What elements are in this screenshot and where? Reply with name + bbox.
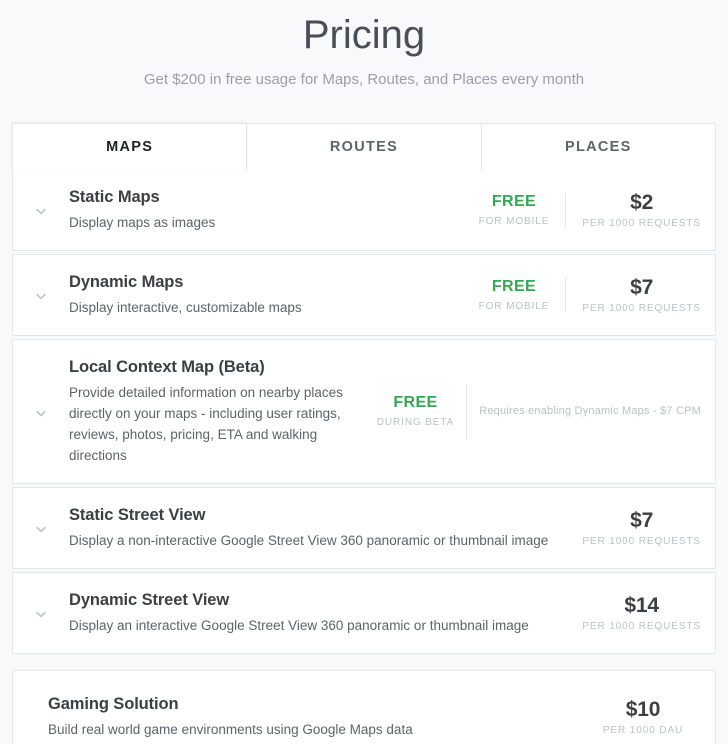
pricing-row-description: Display a non-interactive Google Street … (69, 533, 549, 548)
gaming-solution-description: Build real world game environments using… (48, 722, 413, 737)
free-tier-cell: FREE FOR MOBILE (479, 277, 566, 314)
cost-cell: $2 PER 1000 REQUESTS (566, 190, 701, 231)
cost-cell: Requires enabling Dynamic Maps - $7 CPM (467, 404, 701, 419)
cost-cell: $14 PER 1000 REQUESTS (566, 593, 701, 634)
chevron-down-icon (31, 520, 51, 540)
free-label: FREE (491, 277, 537, 295)
page-header: Pricing Get $200 in free usage for Maps,… (0, 0, 728, 91)
pricing-row-info: Dynamic Street View Display an interacti… (69, 573, 566, 653)
cost-note: Requires enabling Dynamic Maps - $7 CPM (479, 405, 701, 417)
cost-amount: $14 (624, 593, 659, 617)
free-tier-cell: FREE DURING BETA (377, 393, 467, 430)
expand-toggle[interactable] (13, 170, 69, 250)
cost-unit: PER 1000 REQUESTS (582, 535, 701, 547)
pricing-row-info: Local Context Map (Beta) Provide detaile… (69, 340, 377, 483)
tab-places-label: PLACES (565, 139, 632, 155)
free-tier-cell: FREE FOR MOBILE (479, 192, 566, 229)
gaming-solution-card[interactable]: Gaming Solution Build real world game en… (12, 670, 716, 744)
pricing-row-title: Dynamic Maps (69, 273, 184, 291)
cost-amount: $7 (630, 508, 654, 532)
free-sublabel: FOR MOBILE (478, 300, 550, 312)
pricing-row[interactable]: Local Context Map (Beta) Provide detaile… (12, 339, 716, 484)
cost-cell: $7 PER 1000 REQUESTS (566, 275, 701, 316)
pricing-row-price: FREE FOR MOBILE $2 PER 1000 REQUESTS (479, 190, 701, 231)
pricing-row[interactable]: Dynamic Street View Display an interacti… (12, 572, 716, 654)
pricing-row-title: Static Street View (69, 506, 206, 524)
pricing-row-info: Static Maps Display maps as images (69, 170, 479, 250)
pricing-row[interactable]: Static Street View Display a non-interac… (12, 487, 716, 569)
tab-places[interactable]: PLACES (480, 123, 716, 171)
chevron-down-icon (31, 287, 51, 307)
gaming-solution-title: Gaming Solution (48, 695, 179, 713)
pricing-row-price: FREE FOR MOBILE $7 PER 1000 REQUESTS (479, 275, 701, 316)
expand-toggle[interactable] (13, 573, 69, 653)
pricing-row-info: Static Street View Display a non-interac… (69, 488, 566, 568)
pricing-row[interactable]: Static Maps Display maps as images FREE … (12, 170, 716, 251)
pricing-row-price: FREE DURING BETA Requires enabling Dynam… (377, 383, 701, 440)
cost-amount: $2 (630, 190, 654, 214)
pricing-row-description: Provide detailed information on nearby p… (69, 385, 343, 463)
tab-routes[interactable]: ROUTES (246, 123, 481, 171)
pricing-row-title: Dynamic Street View (69, 591, 230, 609)
cost-unit: PER 1000 REQUESTS (582, 620, 701, 632)
tab-maps-label: MAPS (106, 139, 154, 155)
gaming-solution-info: Gaming Solution Build real world game en… (13, 671, 569, 744)
pricing-row-title: Static Maps (69, 188, 160, 206)
pricing-row-title: Local Context Map (Beta) (69, 358, 265, 376)
tab-routes-label: ROUTES (329, 139, 399, 155)
cost-unit: PER 1000 DAU (602, 725, 684, 736)
pricing-row-description: Display maps as images (69, 215, 216, 230)
page-subtitle: Get $200 in free usage for Maps, Routes,… (143, 71, 585, 88)
cost-cell: $10 PER 1000 DAU (569, 697, 701, 738)
free-sublabel: FOR MOBILE (478, 215, 550, 227)
pricing-row-list: Static Maps Display maps as images FREE … (12, 170, 716, 654)
pricing-row-price: $14 PER 1000 REQUESTS (566, 593, 701, 634)
gaming-solution-price: $10 PER 1000 DAU (569, 697, 701, 738)
pricing-row-price: $7 PER 1000 REQUESTS (566, 508, 701, 549)
pricing-row-description: Display interactive, customizable maps (69, 300, 302, 315)
chevron-down-icon (31, 404, 51, 424)
cost-cell: $7 PER 1000 REQUESTS (566, 508, 701, 549)
product-tabs: MAPS ROUTES PLACES (12, 123, 716, 171)
chevron-down-icon (31, 605, 51, 625)
cost-amount: $10 (625, 698, 661, 721)
expand-toggle[interactable] (13, 255, 69, 335)
free-sublabel: DURING BETA (376, 417, 455, 428)
chevron-down-icon (31, 202, 51, 222)
cost-unit: PER 1000 REQUESTS (582, 302, 701, 314)
page-title: Pricing (302, 13, 426, 57)
free-label: FREE (491, 192, 537, 210)
cost-unit: PER 1000 REQUESTS (582, 217, 701, 229)
pricing-row[interactable]: Dynamic Maps Display interactive, custom… (12, 254, 716, 336)
expand-toggle[interactable] (13, 488, 69, 568)
expand-toggle[interactable] (13, 340, 69, 483)
pricing-row-description: Display an interactive Google Street Vie… (69, 618, 529, 633)
pricing-row-info: Dynamic Maps Display interactive, custom… (69, 255, 479, 335)
cost-amount: $7 (630, 275, 654, 299)
free-label: FREE (393, 394, 438, 411)
pricing-page: Pricing Get $200 in free usage for Maps,… (0, 0, 728, 744)
tab-maps[interactable]: MAPS (12, 123, 247, 171)
